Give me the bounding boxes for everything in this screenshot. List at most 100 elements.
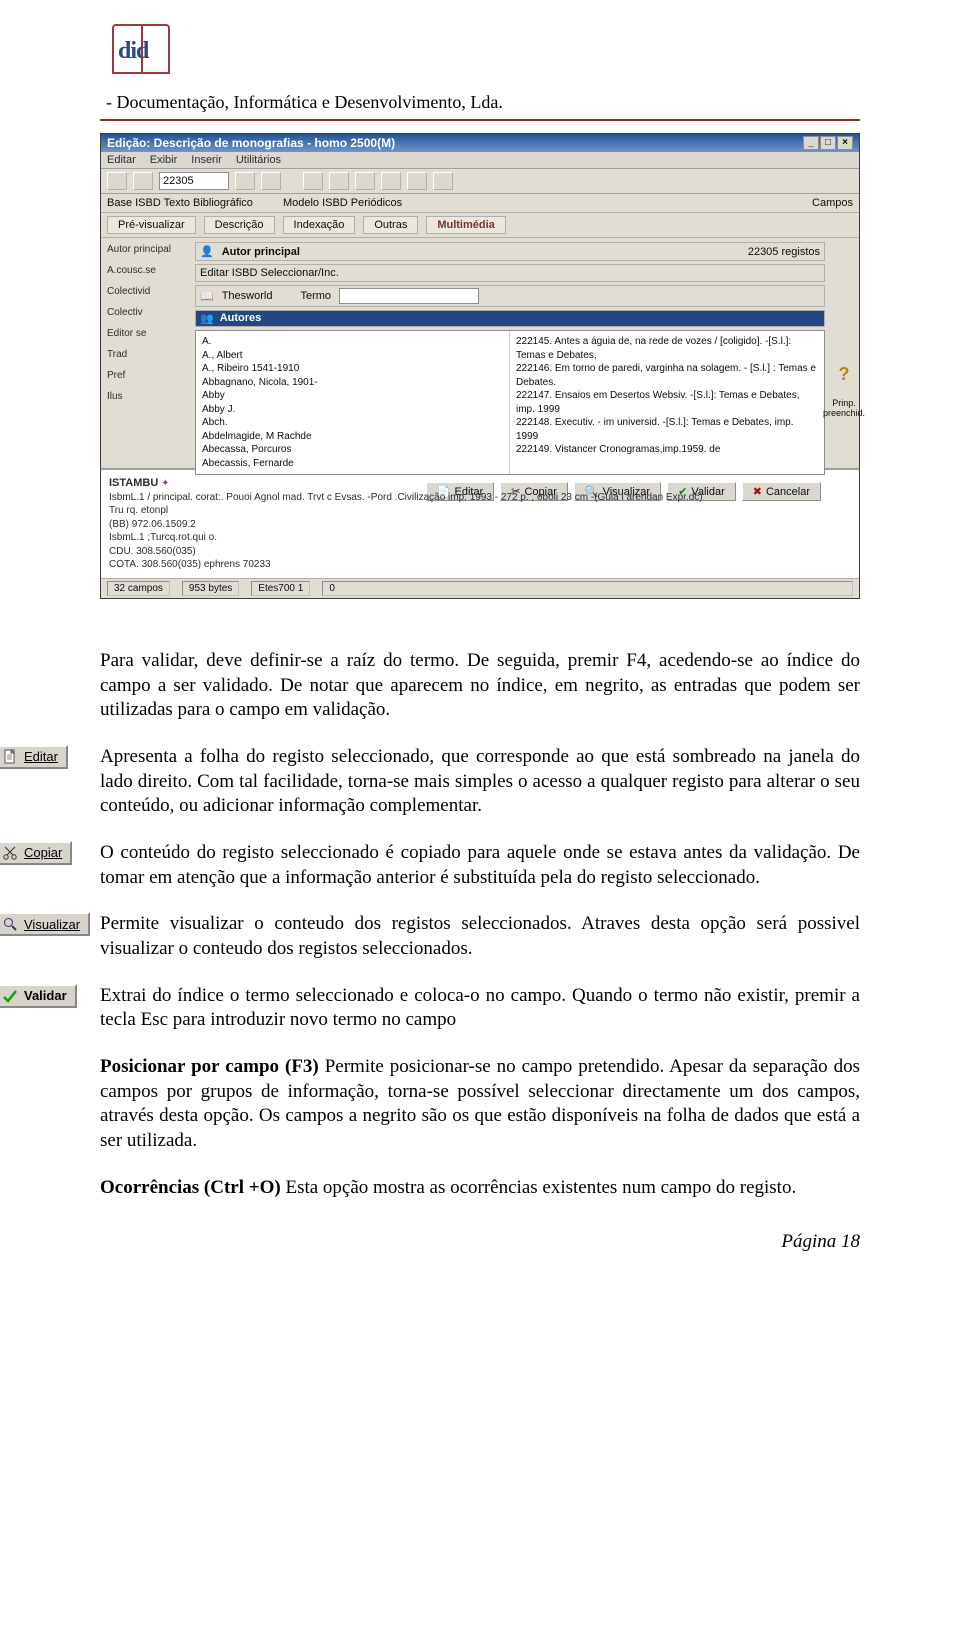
prinp-label: Prinp. preenchid.: [823, 398, 865, 418]
field-label: Colectiv: [107, 307, 185, 318]
header-rule: [100, 119, 860, 121]
tab-other[interactable]: Outras: [363, 216, 418, 234]
body-text: Para validar, deve definir-se a raíz do …: [100, 649, 860, 1201]
fields-column: Autor principal A.cousc.se Colectivid Co…: [101, 238, 191, 468]
print-icon[interactable]: [329, 172, 349, 190]
preview-line: Tru rq. etonpl: [109, 505, 168, 516]
paragraph-ocorrencias: Ocorrências (Ctrl +O) Esta opção mostra …: [100, 1176, 860, 1201]
authors-list[interactable]: A. A., Albert A., Ribeiro 1541-1910 Abba…: [196, 331, 510, 474]
nav-next-button[interactable]: [235, 172, 255, 190]
search-icon[interactable]: [433, 172, 453, 190]
list-item[interactable]: A., Albert: [202, 349, 503, 363]
status-cell: 0: [322, 581, 853, 596]
logo-text: did: [118, 38, 148, 65]
window-controls: _ □ ×: [803, 136, 853, 150]
records-list[interactable]: 222145. Antes a águia de, na rede de voz…: [510, 331, 824, 474]
tab-description[interactable]: Descrição: [204, 216, 275, 234]
help-icon[interactable]: ?: [835, 350, 853, 398]
close-button[interactable]: ×: [837, 136, 853, 150]
copy-icon[interactable]: [381, 172, 401, 190]
list-item[interactable]: Abby: [202, 389, 503, 403]
menu-item[interactable]: Utilitários: [236, 154, 281, 166]
menu-item[interactable]: Inserir: [191, 154, 222, 166]
posicionar-label: Posicionar por campo (F3): [100, 1056, 325, 1077]
row-editar: Editar Apresenta a folha do registo sele…: [100, 745, 860, 819]
list-item[interactable]: 222149. Vistancer Cronogramas,imp.1959. …: [516, 443, 818, 457]
list-item[interactable]: 222145. Antes a águia de, na rede de voz…: [516, 335, 818, 362]
list-item[interactable]: A.: [202, 335, 503, 349]
nav-last-button[interactable]: [261, 172, 281, 190]
side-help: ? Prinp. preenchid.: [829, 238, 859, 468]
campos-label: Campos: [812, 197, 853, 209]
menu-item[interactable]: Editar: [107, 154, 136, 166]
cancelar-button[interactable]: ✖Cancelar: [742, 482, 821, 501]
page-header: did: [100, 20, 860, 90]
tab-index[interactable]: Indexação: [283, 216, 356, 234]
ocorrencias-text: Esta opção mostra as ocorrências existen…: [285, 1177, 796, 1198]
inner-bar-3: 📖 Thesworld Termo: [195, 285, 825, 307]
tabs-bar: Pré-visualizar Descrição Indexação Outra…: [101, 213, 859, 238]
window-title: Edição: Descrição de monografias - homo …: [107, 136, 395, 150]
field-label: Autor principal: [107, 244, 185, 255]
preview-line: (BB) 972.06.1509.2: [109, 519, 196, 530]
toolbar: [101, 169, 859, 194]
main-area: Autor principal A.cousc.se Colectivid Co…: [101, 238, 859, 468]
validar-button-doc: Validar: [0, 984, 77, 1008]
tab-preview[interactable]: Pré-visualizar: [107, 216, 196, 234]
page-number: Página 18: [781, 1231, 860, 1252]
status-cell: 953 bytes: [182, 581, 239, 596]
magnifier-icon: [2, 916, 18, 932]
field-label: A.cousc.se: [107, 265, 185, 276]
tool-icon[interactable]: [407, 172, 427, 190]
index-title-bar: 👥Autores: [195, 310, 825, 327]
visualizar-button-doc: Visualizar: [0, 912, 90, 936]
nav-prev-button[interactable]: [133, 172, 153, 190]
ocorrencias-label: Ocorrências (Ctrl +O): [100, 1177, 285, 1198]
list-item[interactable]: A., Ribeiro 1541-1910: [202, 362, 503, 376]
row-copiar: Copiar O conteúdo do registo seleccionad…: [100, 841, 860, 890]
list-item[interactable]: Abch.: [202, 416, 503, 430]
minimize-button[interactable]: _: [803, 136, 819, 150]
maximize-button[interactable]: □: [820, 136, 836, 150]
cut-icon[interactable]: [355, 172, 375, 190]
save-icon[interactable]: [303, 172, 323, 190]
results-panel: A. A., Albert A., Ribeiro 1541-1910 Abba…: [195, 330, 825, 475]
list-item[interactable]: Abbagnano, Nicola, 1901-: [202, 376, 503, 390]
inner2-label: Editar ISBD Seleccionar/Inc.: [200, 267, 339, 279]
org-name: - Documentação, Informática e Desenvolvi…: [106, 92, 860, 119]
list-item[interactable]: 222148. Executiv. - im universid. -[S.l.…: [516, 416, 818, 443]
paragraph-copiar: O conteúdo do registo seleccionado é cop…: [100, 841, 860, 890]
list-item[interactable]: Abdelmagide, M Rachde: [202, 430, 503, 444]
list-item[interactable]: Abecassa, Porcuros: [202, 443, 503, 457]
field-label: Trad: [107, 349, 185, 360]
list-item[interactable]: 222146. Em torno de paredi, varginha na …: [516, 362, 818, 389]
list-item[interactable]: Abby J.: [202, 403, 503, 417]
term-label: Termo: [300, 290, 331, 302]
paragraph-editar: Apresenta a folha do registo seleccionad…: [100, 745, 860, 819]
field-label: Colectivid: [107, 286, 185, 297]
paragraph-validar: Extrai do índice o termo seleccionado e …: [100, 984, 860, 1033]
inner-bar-2: Editar ISBD Seleccionar/Inc.: [195, 264, 825, 282]
term-input[interactable]: [339, 288, 479, 304]
copiar-button-doc: Copiar: [0, 841, 72, 865]
list-item[interactable]: 222147. Ensaios em Desertos Websiv. -[S.…: [516, 389, 818, 416]
app-window: Edição: Descrição de monografias - homo …: [100, 133, 860, 599]
menu-item[interactable]: Exibir: [150, 154, 178, 166]
list-item[interactable]: Abecassis, Fernarde: [202, 457, 503, 471]
record-number-input[interactable]: [159, 172, 229, 190]
check-icon: [2, 988, 18, 1004]
status-bar: 32 campos 953 bytes Etes700 1 0: [101, 578, 859, 598]
modelo-label: Modelo ISBD Periódicos: [283, 197, 402, 209]
preview-line: CDU. 308.560(035): [109, 546, 196, 557]
info-bar: Base ISBD Texto Bibliográfico Modelo ISB…: [101, 194, 859, 213]
titlebar: Edição: Descrição de monografias - homo …: [101, 134, 859, 152]
tab-multimedia[interactable]: Multimédia: [426, 216, 505, 234]
page-footer: Página 18: [100, 1231, 860, 1253]
nav-first-button[interactable]: [107, 172, 127, 190]
editar-button-doc: Editar: [0, 745, 68, 769]
thes-label: Thesworld: [222, 290, 273, 302]
status-cell: Etes700 1: [251, 581, 310, 596]
preview-title: ISTAMBU: [109, 477, 158, 489]
row-validar: Validar Extrai do índice o termo selecci…: [100, 984, 860, 1033]
inner-title: Autor principal: [222, 246, 300, 258]
